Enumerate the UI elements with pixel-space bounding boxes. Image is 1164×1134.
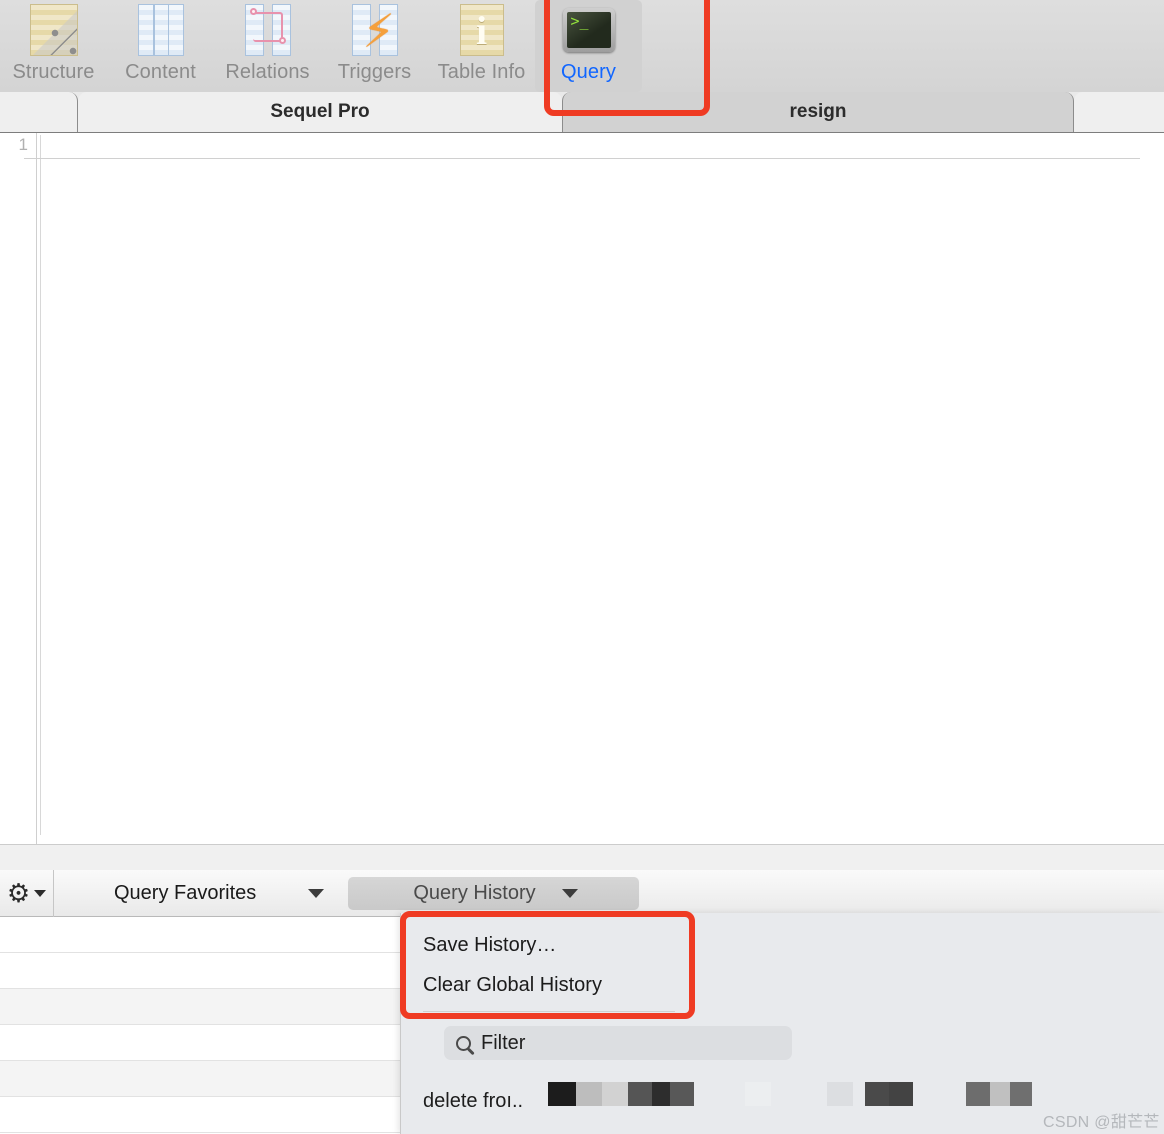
query-favorites-button[interactable]: Query Favorites <box>96 877 338 910</box>
chevron-down-icon <box>561 888 578 898</box>
editor-left-rule <box>40 135 41 835</box>
tab-sequel-pro[interactable]: Sequel Pro <box>78 92 562 132</box>
csdn-watermark: CSDN @甜芒芒 <box>1043 1114 1160 1131</box>
sql-query-editor[interactable]: 1 <box>0 133 1164 844</box>
menu-item-label: Clear Global History <box>423 973 602 996</box>
menu-item-label: Save History… <box>423 933 557 956</box>
editor-gutter: 1 <box>0 133 37 844</box>
query-history-popup: Save History… Clear Global History Filte… <box>400 913 1164 1134</box>
toolbar-item-relations[interactable]: Relations <box>214 0 321 92</box>
table-structure-icon <box>29 2 78 58</box>
redaction-block <box>990 1082 1010 1106</box>
redaction-block <box>865 1082 889 1106</box>
main-toolbar: Structure Content Relations ⚡ Triggers i… <box>0 0 1164 92</box>
history-panel-divider <box>24 158 1140 159</box>
tab-resign[interactable]: resign <box>562 92 1074 132</box>
tab-label: resign <box>789 101 847 122</box>
query-favorites-label: Query Favorites <box>114 881 257 904</box>
toolbar-item-label: Table Info <box>437 61 526 83</box>
toolbar-item-label: Query <box>561 61 616 83</box>
gear-icon: ⚙ <box>6 878 31 908</box>
info-icon: i <box>459 2 504 58</box>
chevron-down-icon <box>34 889 47 897</box>
query-history-button[interactable]: Query History <box>348 876 639 910</box>
tab-bar-leading-spacer <box>0 92 78 132</box>
toolbar-item-triggers[interactable]: ⚡ Triggers <box>321 0 428 92</box>
redaction-block <box>889 1082 913 1106</box>
toolbar-item-content[interactable]: Content <box>107 0 214 92</box>
menu-separator <box>423 1011 675 1012</box>
redaction-block <box>966 1082 990 1106</box>
lightning-bolt-icon: ⚡ <box>351 2 398 58</box>
chevron-down-icon <box>308 888 324 898</box>
tab-label: Sequel Pro <box>270 101 370 122</box>
redaction-block <box>1010 1082 1032 1106</box>
filter-field-wrapper: Filter <box>444 1026 792 1060</box>
redaction-block <box>628 1082 652 1106</box>
toolbar-item-label: Relations <box>225 61 310 83</box>
app-window: Structure Content Relations ⚡ Triggers i… <box>0 0 1164 1134</box>
redaction-block <box>548 1082 576 1106</box>
redaction-block <box>670 1082 694 1106</box>
terminal-icon: >_ <box>562 2 615 58</box>
toolbar-item-query[interactable]: >_ Query <box>535 0 642 92</box>
redaction-block <box>576 1082 602 1106</box>
window-tab-bar: Sequel Pro resign <box>0 92 1164 133</box>
toolbar-item-label: Structure <box>12 61 95 83</box>
redaction-block <box>827 1082 853 1106</box>
redaction-block <box>745 1082 771 1106</box>
toolbar-item-table-info[interactable]: i Table Info <box>428 0 535 92</box>
query-history-label: Query History <box>413 881 536 904</box>
menu-item-save-history[interactable]: Save History… <box>401 925 697 965</box>
query-settings-button[interactable]: ⚙ <box>0 869 54 917</box>
redaction-block <box>602 1082 628 1106</box>
terminal-prompt: >_ <box>566 12 611 48</box>
toolbar-item-label: Triggers <box>337 61 412 83</box>
table-grid-icon <box>137 2 184 58</box>
line-number: 1 <box>18 135 28 154</box>
toolbar-item-label: Content <box>125 61 196 83</box>
search-icon <box>456 1035 471 1051</box>
toolbar-item-structure[interactable]: Structure <box>0 0 107 92</box>
filter-placeholder: Filter <box>481 1031 526 1054</box>
menu-item-clear-global-history[interactable]: Clear Global History <box>401 965 697 1005</box>
history-item-label: delete froı.. <box>423 1089 524 1112</box>
tab-bar-trailing-spacer <box>1074 92 1164 132</box>
filter-input[interactable]: Filter <box>444 1026 792 1060</box>
query-history-menu: Save History… Clear Global History <box>401 913 697 1020</box>
editor-bottom-strip <box>0 844 1164 870</box>
query-action-bar: ⚙ Query Favorites Query History <box>0 869 1164 917</box>
relations-icon <box>244 2 291 58</box>
